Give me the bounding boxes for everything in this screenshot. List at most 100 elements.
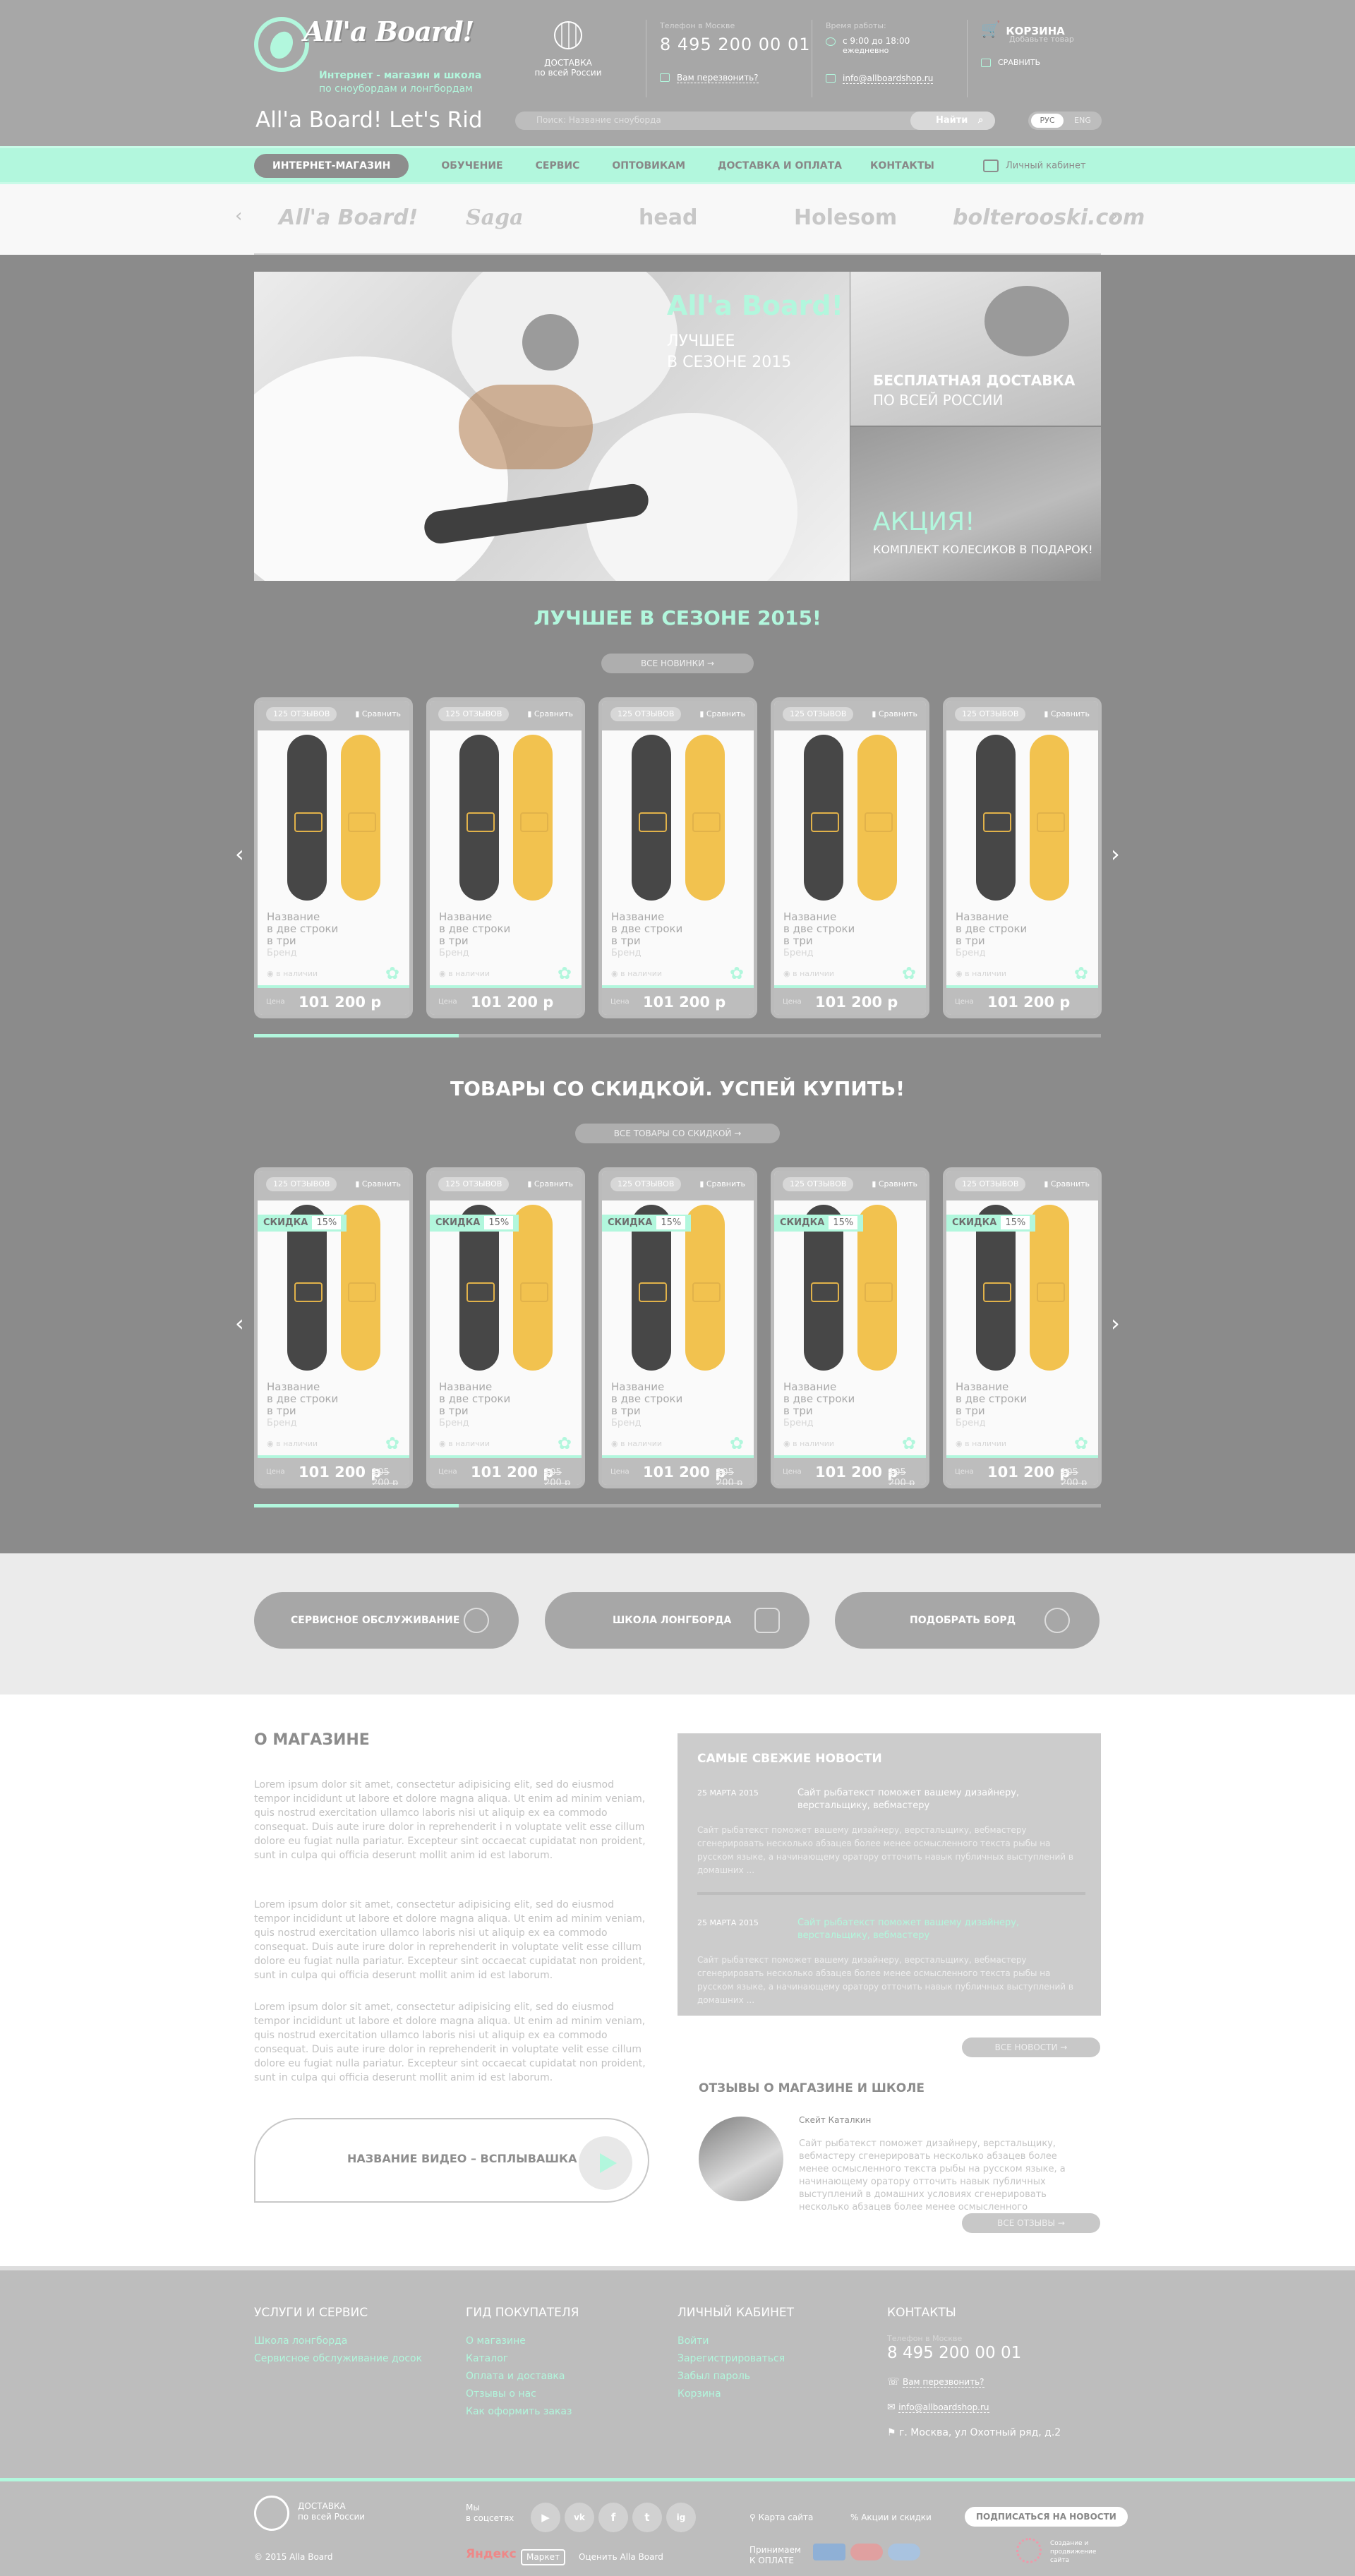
compare-link[interactable]: ▮ Сравнить <box>699 709 745 718</box>
compare-link[interactable]: ▮ Сравнить <box>355 709 401 718</box>
account-link[interactable]: Личный кабинет <box>983 160 1086 172</box>
school-button[interactable]: ШКОЛА ЛОНГБОРДА <box>545 1592 809 1649</box>
brand-logo[interactable]: All'a Board! <box>279 205 418 230</box>
compare-link[interactable]: ▮ Сравнить <box>527 1179 573 1188</box>
reviews-badge[interactable]: 125 ОТЗЫВОВ <box>955 707 1026 721</box>
news-headline[interactable]: Сайт рыбатекст поможет вашему дизайнеру,… <box>797 1787 1080 1812</box>
product-name[interactable]: Название в две строки в три <box>439 1381 510 1417</box>
footer-link[interactable]: Отзывы о нас <box>466 2385 572 2403</box>
logo-icon[interactable] <box>254 17 309 72</box>
developer-credit[interactable]: Создание и продвижение сайта <box>1050 2539 1107 2565</box>
cart-block[interactable]: 🛒 КОРЗИНА Добавьте товар СРАВНИТЬ <box>981 21 1074 67</box>
product-image[interactable] <box>258 735 409 904</box>
promo-delivery-banner[interactable]: БЕСПЛАТНАЯ ДОСТАВКА ПО ВСЕЙ РОССИИ <box>850 272 1101 426</box>
nav-item-contacts[interactable]: КОНТАКТЫ <box>870 160 934 171</box>
nav-item-wholesale[interactable]: ОПТОВИКАМ <box>612 160 685 171</box>
promo-sale-banner[interactable]: АКЦИЯ! КОМПЛЕКТ КОЛЕСИКОВ В ПОДАРОК! <box>850 427 1101 581</box>
youtube-icon[interactable]: ▶ <box>531 2503 560 2532</box>
reviews-badge[interactable]: 125 ОТЗЫВОВ <box>610 707 682 721</box>
play-icon[interactable] <box>579 2136 632 2190</box>
product-name[interactable]: Название в две строки в три <box>267 911 338 947</box>
footer-email-link[interactable]: info@allboardshop.ru <box>898 2402 989 2413</box>
footer-callback-link[interactable]: Вам перезвонить? <box>902 2377 984 2388</box>
search-button[interactable]: Найти ⌕ <box>910 112 995 130</box>
compare-link[interactable]: ▮ Сравнить <box>872 709 917 718</box>
compare-link[interactable]: СРАВНИТЬ <box>998 58 1040 67</box>
subscribe-button[interactable]: ПОДПИСАТЬСЯ НА НОВОСТИ <box>965 2507 1128 2527</box>
footer-phone[interactable]: 8 495 200 00 01 <box>887 2344 1021 2362</box>
phone-number[interactable]: 8 495 200 00 01 <box>660 35 810 54</box>
compare-link[interactable]: ▮ Сравнить <box>1044 1179 1090 1188</box>
reviews-badge[interactable]: 125 ОТЗЫВОВ <box>610 1177 682 1191</box>
language-switch[interactable]: РУС ENG <box>1028 112 1102 130</box>
chevron-right-icon[interactable]: › <box>1111 1310 1120 1337</box>
product-name[interactable]: Название в две строки в три <box>611 1381 682 1417</box>
instagram-icon[interactable]: ig <box>666 2503 696 2532</box>
nav-item-delivery[interactable]: ДОСТАВКА И ОПЛАТА <box>718 160 842 171</box>
product-name[interactable]: Название в две строки в три <box>783 1381 855 1417</box>
compare-link[interactable]: ▮ Сравнить <box>527 709 573 718</box>
reviews-badge[interactable]: 125 ОТЗЫВОВ <box>783 707 854 721</box>
service-button[interactable]: СЕРВИСНОЕ ОБСЛУЖИВАНИЕ <box>254 1592 519 1649</box>
all-news-button[interactable]: ВСЕ НОВОСТИ <box>962 2038 1100 2057</box>
product-name[interactable]: Название в две строки в три <box>267 1381 338 1417</box>
news-headline[interactable]: Сайт рыбатекст поможет вашему дизайнеру,… <box>797 1917 1080 1942</box>
product-card[interactable]: 125 ОТЗЫВОВ ▮ Сравнить СКИДКА 15% Название в… <box>598 1167 757 1488</box>
product-card[interactable]: 125 ОТЗЫВОВ ▮ Сравнить СКИДКА 15% Название в… <box>254 1167 413 1488</box>
pick-board-button[interactable]: ПОДОБРАТЬ БОРД <box>835 1592 1100 1649</box>
vk-icon[interactable]: vk <box>565 2503 594 2532</box>
product-card[interactable]: 125 ОТЗЫВОВ ▮ Сравнить СКИДКА 15% Название в… <box>426 1167 585 1488</box>
twitter-icon[interactable]: t <box>632 2503 662 2532</box>
hero-banner[interactable]: All'a Board! ЛУЧШЕЕ В СЕЗОНЕ 2015 <box>254 272 850 581</box>
callback-link[interactable]: Вам перезвонить? <box>677 73 759 83</box>
promo-link[interactable]: % Акции и скидки <box>850 2512 932 2523</box>
video-popup-button[interactable]: НАЗВАНИЕ ВИДЕО – ВСПЛЫВАШКА <box>254 2118 649 2203</box>
compare-link[interactable]: ▮ Сравнить <box>1044 709 1090 718</box>
market-badge[interactable]: Маркет <box>521 2549 565 2565</box>
reviews-badge[interactable]: 125 ОТЗЫВОВ <box>266 1177 337 1191</box>
brand-logo[interactable]: Holesom <box>794 205 897 230</box>
product-card[interactable]: 125 ОТЗЫВОВ ▮ Сравнить Название в две стро… <box>598 697 757 1018</box>
nav-item-shop[interactable]: ИНТЕРНЕТ-МАГАЗИН <box>254 154 409 178</box>
reviews-badge[interactable]: 125 ОТЗЫВОВ <box>438 707 510 721</box>
product-card[interactable]: 125 ОТЗЫВОВ ▮ Сравнить Название в две стро… <box>254 697 413 1018</box>
brand-logo[interactable]: Saga <box>466 205 524 230</box>
product-card[interactable]: 125 ОТЗЫВОВ ▮ Сравнить Название в две стро… <box>771 697 929 1018</box>
footer-link[interactable]: Сервисное обслуживание досок <box>254 2350 422 2368</box>
product-card[interactable]: 125 ОТЗЫВОВ ▮ Сравнить СКИДКА 15% Название в… <box>943 1167 1102 1488</box>
product-card[interactable]: 125 ОТЗЫВОВ ▮ Сравнить Название в две стро… <box>426 697 585 1018</box>
reviews-badge[interactable]: 125 ОТЗЫВОВ <box>438 1177 510 1191</box>
chevron-left-icon[interactable]: ‹ <box>235 1310 244 1337</box>
product-image[interactable] <box>430 735 582 904</box>
footer-link[interactable]: Забыл пароль <box>678 2368 785 2385</box>
logo[interactable]: All'a Board! <box>303 16 474 47</box>
product-card[interactable]: 125 ОТЗЫВОВ ▮ Сравнить СКИДКА 15% Название в… <box>771 1167 929 1488</box>
rate-link[interactable]: Оценить Alla Board <box>579 2552 663 2563</box>
product-name[interactable]: Название в две строки в три <box>611 911 682 947</box>
lang-en[interactable]: ENG <box>1066 114 1099 128</box>
product-name[interactable]: Название в две строки в три <box>956 911 1027 947</box>
product-card[interactable]: 125 ОТЗЫВОВ ▮ Сравнить Название в две стро… <box>943 697 1102 1018</box>
footer-link[interactable]: Школа лонгборда <box>254 2333 422 2350</box>
email-link[interactable]: info@allboardshop.ru <box>843 73 934 84</box>
product-image[interactable] <box>602 735 754 904</box>
brand-logo[interactable]: head <box>639 205 697 230</box>
chevron-right-icon[interactable]: › <box>1111 841 1120 867</box>
reviews-badge[interactable]: 125 ОТЗЫВОВ <box>783 1177 854 1191</box>
compare-link[interactable]: ▮ Сравнить <box>872 1179 917 1188</box>
product-name[interactable]: Название в две строки в три <box>439 911 510 947</box>
footer-link[interactable]: Корзина <box>678 2385 785 2403</box>
all-discount-button[interactable]: ВСЕ ТОВАРЫ СО СКИДКОЙ <box>575 1124 780 1143</box>
nav-item-service[interactable]: СЕРВИС <box>536 160 580 171</box>
footer-link[interactable]: Как оформить заказ <box>466 2403 572 2421</box>
all-reviews-button[interactable]: ВСЕ ОТЗЫВЫ <box>962 2213 1100 2233</box>
facebook-icon[interactable]: f <box>598 2503 628 2532</box>
product-name[interactable]: Название в две строки в три <box>956 1381 1027 1417</box>
footer-link[interactable]: Каталог <box>466 2350 572 2368</box>
lang-ru[interactable]: РУС <box>1031 114 1064 128</box>
product-image[interactable] <box>774 735 926 904</box>
footer-link[interactable]: Зарегистрироваться <box>678 2350 785 2368</box>
product-name[interactable]: Название в две строки в три <box>783 911 855 947</box>
compare-link[interactable]: ▮ Сравнить <box>355 1179 401 1188</box>
all-new-button[interactable]: ВСЕ НОВИНКИ <box>601 654 754 673</box>
